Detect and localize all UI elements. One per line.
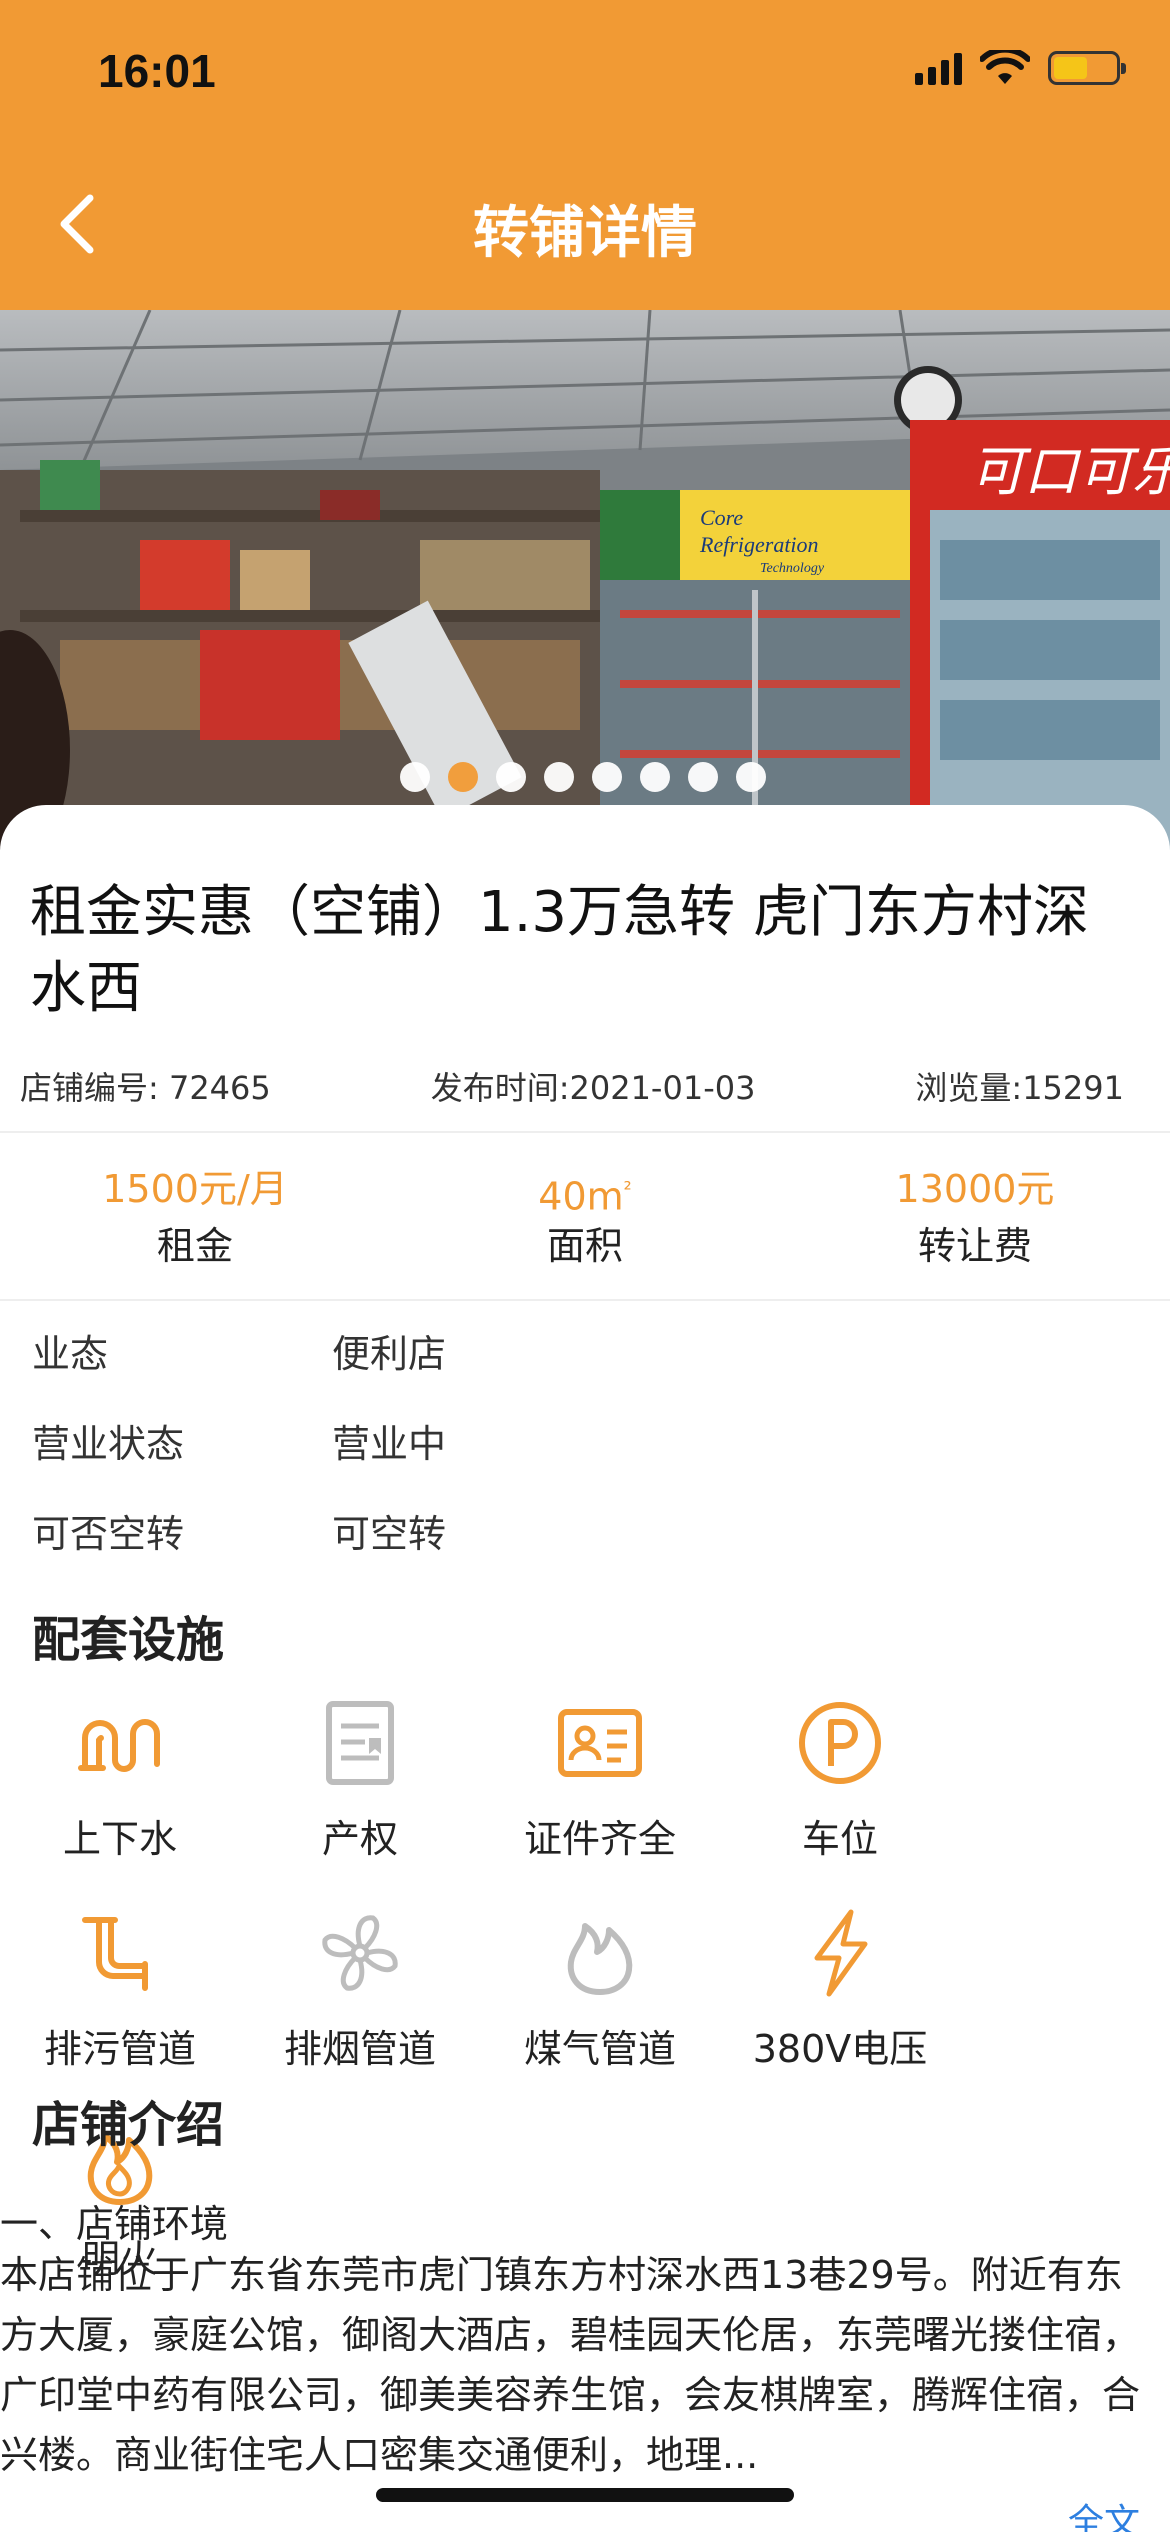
page-title: 转铺详情 — [473, 201, 697, 266]
battery-icon — [1048, 51, 1126, 85]
lightning-icon — [795, 1908, 885, 1998]
facility-label: 产权 — [321, 1817, 398, 1861]
facility-item: 车位 — [720, 1698, 960, 1908]
intro-body: 本店铺位于广东省东莞市虎门镇东方村深水西13巷29号。附近有东方大厦，豪庭公馆，… — [0, 2253, 1141, 2477]
divider — [0, 1299, 1170, 1301]
status-bar: 16:01 — [0, 0, 1170, 140]
shop-meta: 店铺编号: 72465 发布时间:2021-01-03 浏览量:15291 — [20, 1063, 1124, 1109]
facility-label: 车位 — [801, 1817, 878, 1861]
carousel-dot[interactable] — [400, 762, 430, 792]
transfer-fee-label: 转让费 — [917, 1224, 1032, 1268]
wifi-icon — [980, 50, 1030, 84]
carousel-indicator — [400, 762, 766, 792]
facility-item: 排烟管道 — [240, 1908, 480, 2118]
facility-item: 上下水 — [0, 1698, 240, 1908]
divider — [0, 1131, 1170, 1133]
shop-title: 租金实惠（空铺）1.3万急转 虎门东方村深水西 — [30, 880, 1089, 1021]
key-stats: 1500元/月 租金 40m² 面积 13000元 转让费 — [0, 1160, 1170, 1300]
svg-text:Technology: Technology — [760, 561, 825, 576]
shop-id: 店铺编号: 72465 — [20, 1069, 271, 1107]
fridge-sign-text: Core — [700, 505, 743, 530]
attribute-key: 可否空转 — [32, 1511, 185, 1556]
attribute-row: 可否空转 可空转 — [32, 1485, 446, 1575]
attribute-value: 可空转 — [332, 1511, 447, 1556]
facility-label: 排烟管道 — [283, 2027, 436, 2071]
carousel-dot[interactable] — [544, 762, 574, 792]
attribute-row: 营业状态 营业中 — [32, 1395, 446, 1485]
facility-item: 380V电压 — [720, 1908, 960, 2118]
carousel-dot[interactable] — [496, 762, 526, 792]
stat-rent: 1500元/月 租金 — [0, 1160, 390, 1300]
facility-label: 380V电压 — [752, 2027, 928, 2071]
facility-item: 证件齐全 — [480, 1698, 720, 1908]
carousel-dot[interactable] — [592, 762, 622, 792]
parking-icon — [795, 1698, 885, 1788]
attribute-key: 业态 — [32, 1331, 109, 1376]
facility-label: 证件齐全 — [523, 1817, 676, 1861]
facility-label: 排污管道 — [43, 2027, 196, 2071]
status-time: 16:01 — [98, 45, 216, 97]
carousel-dot[interactable] — [688, 762, 718, 792]
intro-title: 店铺介绍 — [32, 2097, 225, 2153]
carousel-dot[interactable] — [448, 762, 478, 792]
facility-item: 产权 — [240, 1698, 480, 1908]
attribute-value: 便利店 — [332, 1331, 447, 1376]
exhaust-fan-icon — [315, 1908, 405, 1998]
transfer-fee-value: 13000元 — [895, 1167, 1055, 1211]
area-value: 40m² — [538, 1174, 632, 1219]
status-icons — [915, 50, 1126, 86]
view-count: 浏览量:15291 — [915, 1069, 1124, 1107]
attribute-row: 业态 便利店 — [32, 1305, 446, 1395]
intro-heading: 一、店铺环境 — [0, 2202, 229, 2246]
property-certificate-icon — [315, 1698, 405, 1788]
svg-text:Refrigeration: Refrigeration — [699, 532, 819, 557]
water-pipe-icon — [75, 1698, 165, 1788]
attribute-value: 营业中 — [332, 1421, 447, 1466]
attribute-key: 营业状态 — [32, 1421, 185, 1466]
navigation-bar: 转铺详情 — [0, 140, 1170, 310]
carousel-dot[interactable] — [736, 762, 766, 792]
stat-transfer-fee: 13000元 转让费 — [780, 1160, 1170, 1300]
rent-value: 1500元/月 — [102, 1167, 288, 1211]
attribute-list: 业态 便利店 营业状态 营业中 可否空转 可空转 — [32, 1305, 446, 1575]
photo-carousel[interactable]: Core Refrigeration Technology 可口可乐 — [0, 310, 1170, 850]
area-label: 面积 — [546, 1224, 623, 1268]
carousel-dot[interactable] — [640, 762, 670, 792]
facilities-title: 配套设施 — [32, 1612, 225, 1668]
home-indicator — [376, 2488, 794, 2502]
facility-label: 上下水 — [62, 1817, 177, 1861]
facility-label: 煤气管道 — [523, 2027, 676, 2071]
publish-date: 发布时间:2021-01-03 — [430, 1069, 756, 1107]
rent-label: 租金 — [156, 1224, 233, 1268]
id-card-icon — [555, 1698, 645, 1788]
sewage-pipe-icon — [75, 1908, 165, 1998]
detail-card: 租金实惠（空铺）1.3万急转 虎门东方村深水西 店铺编号: 72465 发布时间… — [0, 805, 1170, 2532]
signal-icon — [915, 51, 962, 85]
read-more-link[interactable]: 全文 — [1068, 2493, 1140, 2532]
facility-item: 煤气管道 — [480, 1908, 720, 2118]
cola-sign-text: 可口可乐 — [970, 440, 1170, 503]
gas-flame-icon — [555, 1908, 645, 1998]
stat-area: 40m² 面积 — [390, 1160, 780, 1300]
